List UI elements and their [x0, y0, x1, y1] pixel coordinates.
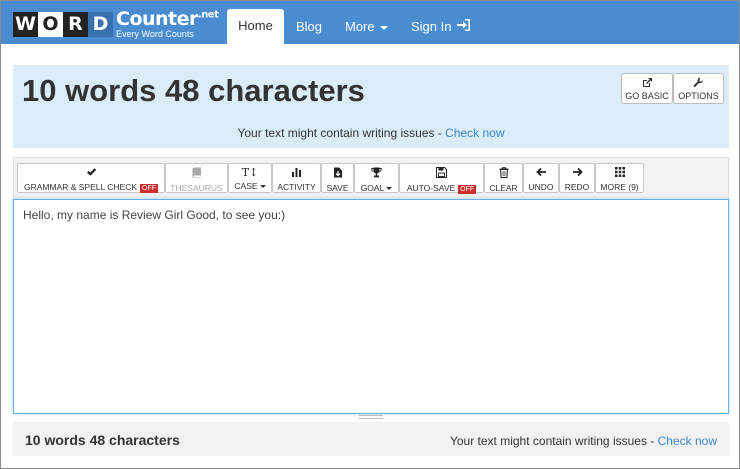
- floppy-disk-icon: [400, 167, 483, 181]
- trash-icon: [485, 167, 522, 181]
- book-icon: [166, 167, 227, 181]
- go-basic-button[interactable]: GO BASIC: [621, 73, 673, 104]
- external-link-icon: [622, 77, 672, 91]
- clear-button[interactable]: CLEAR: [484, 163, 523, 193]
- logo-main: Counter.net: [116, 7, 219, 30]
- caret-down-icon: [259, 185, 266, 189]
- nav-sign-in-label: Sign In: [411, 19, 452, 34]
- more-tools-label: MORE (9): [600, 182, 639, 192]
- footer-writing-issues-text: Your text might contain writing issues -: [449, 434, 658, 448]
- nav-sign-in[interactable]: Sign In: [399, 1, 482, 44]
- wrench-icon: [674, 77, 723, 91]
- count-header-panel: 10 words 48 characters GO BASIC OPTIONS …: [13, 65, 729, 148]
- grammar-off-badge: OFF: [140, 184, 159, 193]
- redo-label: REDO: [564, 182, 590, 192]
- logo-letter-o: O: [38, 11, 63, 37]
- thesaurus-button[interactable]: THESAURUS: [165, 163, 228, 193]
- goal-dropdown-button[interactable]: GOAL: [354, 163, 399, 193]
- auto-save-off-badge: OFF: [458, 185, 477, 194]
- activity-label: ACTIVITY: [277, 182, 316, 192]
- go-basic-label: GO BASIC: [625, 91, 669, 101]
- options-label: OPTIONS: [678, 91, 719, 101]
- goal-label: GOAL: [360, 183, 385, 193]
- case-label: CASE: [234, 181, 258, 191]
- clear-label: CLEAR: [489, 183, 518, 193]
- writing-issues-text: Your text might contain writing issues -: [237, 126, 446, 140]
- check-icon: [18, 167, 164, 180]
- footer-check-now-link[interactable]: Check now: [658, 434, 717, 448]
- logo-letter-r: R: [63, 11, 88, 37]
- count-footer-panel: 10 words 48 characters Your text might c…: [13, 422, 729, 456]
- file-download-icon: [322, 167, 353, 181]
- bar-chart-icon: [273, 167, 320, 180]
- case-dropdown-button[interactable]: T↕ CASE: [228, 163, 272, 193]
- redo-button[interactable]: REDO: [559, 163, 595, 193]
- editor-toolbar: GRAMMAR & SPELL CHECK OFF THESAURUS T↕ CA…: [13, 157, 729, 199]
- text-editor[interactable]: Hello, my name is Review Girl Good, to s…: [13, 199, 729, 414]
- footer-writing-issues-notice: Your text might contain writing issues -…: [450, 434, 717, 448]
- logo-letter-w: W: [13, 11, 38, 37]
- logo-text: Counter.net Every Word Counts: [116, 7, 219, 39]
- footer-word-count: 10 words 48 characters: [25, 432, 180, 448]
- arrow-left-icon: [524, 167, 558, 180]
- undo-button[interactable]: UNDO: [523, 163, 559, 193]
- trophy-icon: [355, 167, 398, 181]
- logo-suffix: .net: [197, 9, 219, 21]
- nav-home[interactable]: Home: [227, 9, 284, 44]
- grammar-spell-check-button[interactable]: GRAMMAR & SPELL CHECK OFF: [17, 163, 165, 193]
- save-button[interactable]: SAVE: [321, 163, 354, 193]
- nav-blog[interactable]: Blog: [284, 1, 334, 44]
- sign-in-icon: [457, 1, 471, 52]
- auto-save-label: AUTO-SAVE: [406, 183, 456, 193]
- undo-label: UNDO: [528, 182, 554, 192]
- writing-issues-notice: Your text might contain writing issues -…: [13, 126, 729, 140]
- navbar: W O R D Counter.net Every Word Counts Ho…: [1, 1, 739, 44]
- save-label: SAVE: [326, 183, 349, 193]
- check-now-link[interactable]: Check now: [445, 126, 504, 140]
- grammar-label: GRAMMAR & SPELL CHECK: [23, 182, 138, 192]
- caret-down-icon: [379, 25, 388, 30]
- caret-down-icon: [386, 187, 393, 191]
- word-count-title: 10 words 48 characters: [22, 73, 365, 108]
- logo-letter-d: D: [88, 11, 113, 37]
- grid-icon: [596, 167, 643, 180]
- text-height-icon: T↕: [241, 166, 259, 179]
- arrow-right-icon: [560, 167, 594, 180]
- activity-button[interactable]: ACTIVITY: [272, 163, 321, 193]
- options-button[interactable]: OPTIONS: [673, 73, 724, 104]
- more-tools-button[interactable]: MORE (9): [595, 163, 644, 193]
- auto-save-button[interactable]: AUTO-SAVE OFF: [399, 163, 484, 194]
- resize-handle[interactable]: [359, 415, 383, 419]
- nav-more-dropdown[interactable]: More: [333, 1, 400, 44]
- thesaurus-label: THESAURUS: [170, 183, 223, 193]
- nav-more-label: More: [345, 19, 375, 34]
- site-logo[interactable]: W O R D Counter.net Every Word Counts: [13, 7, 219, 39]
- logo-tagline: Every Word Counts: [116, 28, 194, 39]
